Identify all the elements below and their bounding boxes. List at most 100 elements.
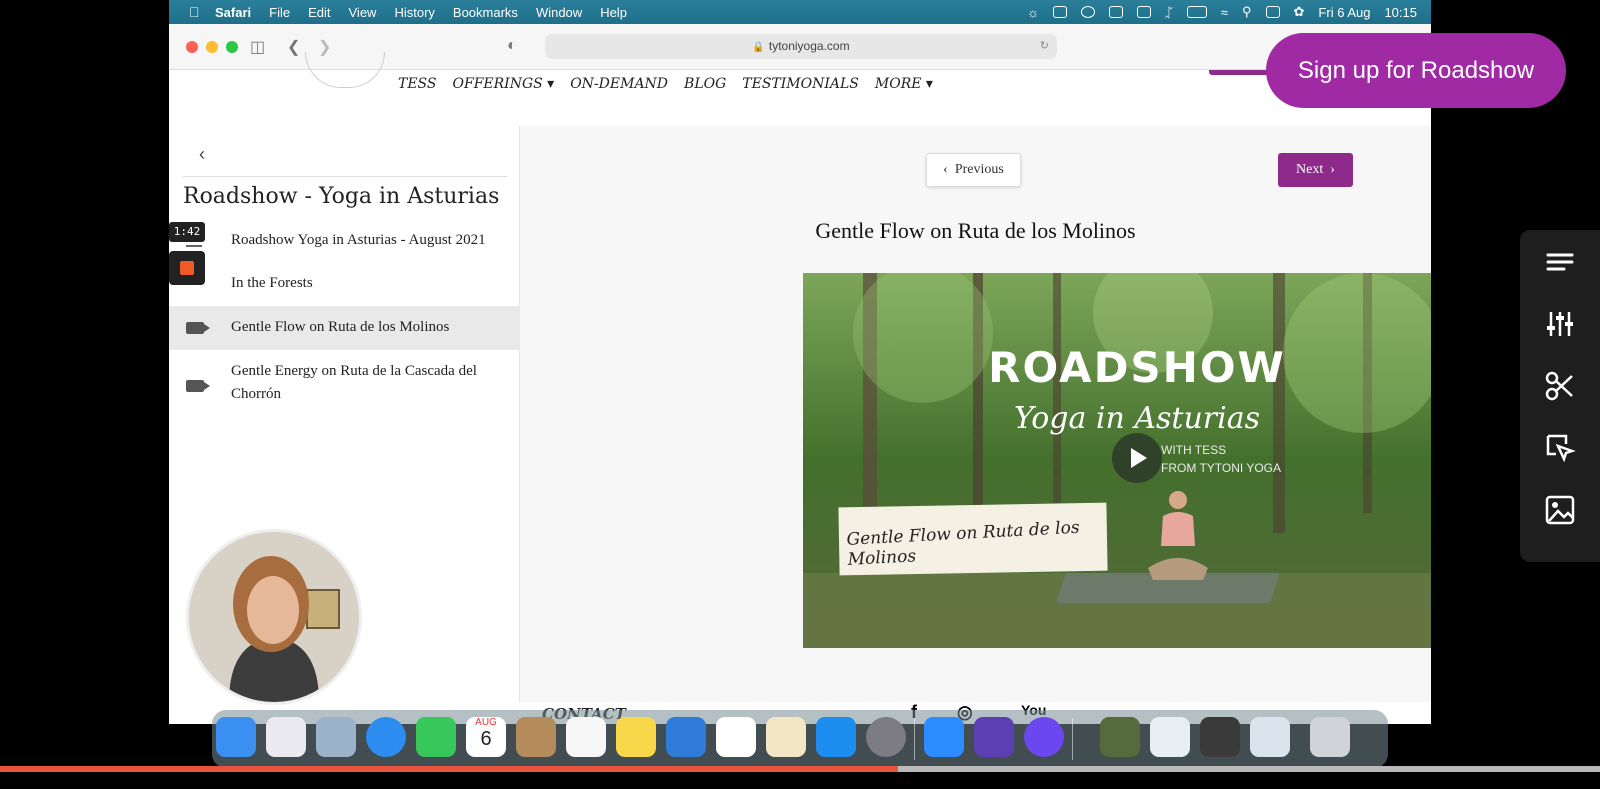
nav-link-tess[interactable]: TESS (398, 76, 437, 92)
lesson-item-active[interactable]: Gentle Flow on Ruta de los Molinos (169, 306, 520, 350)
system-preferences-icon[interactable] (866, 717, 906, 757)
lesson-item[interactable]: In the Forests (169, 269, 520, 309)
video-title-text: ROADSHOW (988, 343, 1286, 392)
notes-icon[interactable] (616, 717, 656, 757)
nav-link-on-demand[interactable]: ON-DEMAND (570, 76, 668, 92)
brightness-icon[interactable]: ☼ (1027, 5, 1039, 20)
input-source-icon[interactable] (1109, 6, 1124, 18)
numbers-icon[interactable] (716, 717, 756, 757)
nav-link-offerings[interactable]: OFFERINGS ▾ (453, 76, 555, 92)
nav-links: TESS OFFERINGS ▾ ON-DEMAND BLOG TESTIMON… (398, 76, 933, 92)
recording-timer: 1:42 (169, 222, 205, 242)
yoga-person (1148, 491, 1208, 580)
video-progress-fill (0, 766, 898, 772)
video-play-button[interactable] (1112, 433, 1162, 483)
url-text: tytoniyoga.com (768, 39, 850, 53)
chevron-left-icon: ‹ (943, 162, 948, 177)
battery-icon[interactable] (1186, 6, 1207, 18)
stop-icon (180, 261, 194, 275)
stop-recording-button[interactable] (169, 251, 205, 285)
display-icon[interactable] (1137, 6, 1152, 18)
cursor-select-icon[interactable] (1542, 430, 1578, 466)
close-window-button[interactable] (186, 41, 198, 53)
menu-view[interactable]: View (349, 5, 377, 20)
editor-tool-panel (1520, 230, 1600, 562)
messages-icon[interactable] (416, 717, 456, 757)
privacy-shield-icon[interactable]: ◐ (507, 37, 517, 55)
reload-icon[interactable]: ↻ (1040, 34, 1049, 59)
play-status-icon[interactable] (1081, 6, 1096, 18)
lesson-label: Gentle Flow on Ruta de los Molinos (231, 319, 450, 335)
menu-history[interactable]: History (394, 5, 434, 20)
preview-icon[interactable] (316, 717, 356, 757)
recent-window-thumb[interactable] (1100, 717, 1140, 757)
lesson-label: Roadshow Yoga in Asturias - August 2021 (231, 232, 486, 248)
nav-link-blog[interactable]: BLOG (684, 76, 726, 92)
lesson-item[interactable]: Gentle Energy on Ruta de la Cascada del … (169, 356, 520, 408)
video-byline-line2: FROM TYTONI YOGA (1161, 461, 1282, 475)
siri-icon[interactable]: ✿ (1294, 4, 1305, 20)
control-center-icon[interactable] (1265, 6, 1280, 18)
wifi-icon[interactable]: ≈ (1221, 5, 1228, 20)
menu-bookmarks[interactable]: Bookmarks (453, 5, 518, 20)
dock-separator (1072, 718, 1073, 760)
signup-roadshow-button[interactable]: Sign up for Roadshow (1266, 33, 1566, 108)
menubar-date[interactable]: Fri 6 Aug (1318, 5, 1370, 20)
menu-app-name[interactable]: Safari (215, 5, 251, 20)
address-bar[interactable]: 🔒 tytoniyoga.com ↻ (545, 34, 1057, 59)
contacts-icon[interactable] (516, 717, 556, 757)
calendar-icon[interactable]: AUG 6 (466, 717, 506, 757)
recent-window-thumb[interactable] (1200, 717, 1240, 757)
trash-icon[interactable] (1310, 717, 1350, 757)
pages-icon[interactable] (766, 717, 806, 757)
video-byline-line1: WITH TESS (1161, 443, 1227, 457)
app-store-icon[interactable] (816, 717, 856, 757)
video-player[interactable]: ROADSHOW Yoga in Asturias WITH TESS FROM… (803, 273, 1431, 648)
next-label: Next (1296, 162, 1324, 177)
webcam-bubble[interactable] (186, 529, 362, 705)
screen:  Safari File Edit View History Bookmark… (0, 0, 1600, 789)
spotlight-icon[interactable]: ⚲ (1242, 4, 1252, 20)
back-chevron-icon[interactable]: ‹ (199, 144, 205, 165)
menu-window[interactable]: Window (536, 5, 582, 20)
previous-button[interactable]: ‹ Previous (926, 153, 1021, 187)
next-button[interactable]: Next › (1278, 153, 1353, 187)
back-nav-icon[interactable]: ❮ (287, 37, 300, 57)
scissors-icon[interactable] (1542, 368, 1578, 404)
menu-help[interactable]: Help (600, 5, 627, 20)
roadshow-app-icon[interactable] (1024, 717, 1064, 757)
minimize-window-button[interactable] (206, 41, 218, 53)
menubar-time[interactable]: 10:15 (1384, 5, 1417, 20)
site-navigation: TESS OFFERINGS ▾ ON-DEMAND BLOG TESTIMON… (169, 52, 1431, 126)
image-icon[interactable] (1542, 492, 1578, 528)
menu-edit[interactable]: Edit (308, 5, 330, 20)
previous-label: Previous (954, 162, 1004, 177)
reminders-icon[interactable] (566, 717, 606, 757)
apple-menu-icon[interactable]:  (189, 4, 203, 20)
keynote-icon[interactable] (666, 717, 706, 757)
bluetooth-icon[interactable]: ᛢ (1165, 5, 1173, 20)
calendar-month: AUG (475, 717, 497, 728)
site-logo[interactable] (305, 52, 385, 88)
recent-window-thumb[interactable] (1150, 717, 1190, 757)
menu-file[interactable]: File (269, 5, 290, 20)
menu-lines-icon[interactable] (1542, 244, 1578, 280)
sliders-icon[interactable] (1542, 306, 1578, 342)
imovie-icon[interactable] (974, 717, 1014, 757)
sidebar-divider (183, 176, 507, 177)
safari-icon[interactable] (366, 717, 406, 757)
nav-link-more[interactable]: MORE ▾ (875, 76, 933, 92)
sidebar-toggle-icon[interactable]: ◫ (250, 37, 265, 57)
nav-link-testimonials[interactable]: TESTIMONIALS (742, 76, 859, 92)
launchpad-icon[interactable] (266, 717, 306, 757)
recent-window-thumb[interactable] (1250, 717, 1290, 757)
maximize-window-button[interactable] (226, 41, 238, 53)
video-camera-icon (186, 380, 210, 397)
video-subtitle-text: Yoga in Asturias (1014, 401, 1260, 436)
lesson-item[interactable]: Roadshow Yoga in Asturias - August 2021 (169, 226, 520, 266)
finder-icon[interactable] (216, 717, 256, 757)
lock-icon: 🔒 (752, 42, 765, 53)
zoom-icon[interactable] (924, 717, 964, 757)
window-controls (186, 41, 238, 53)
zoom-status-icon[interactable] (1053, 6, 1068, 18)
